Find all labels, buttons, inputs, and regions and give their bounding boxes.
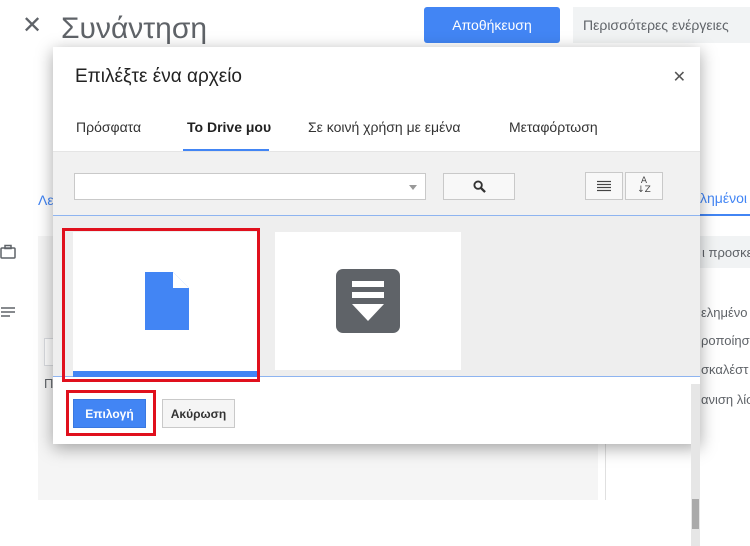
- save-button[interactable]: Αποθήκευση: [424, 7, 560, 43]
- picker-tabs: Πρόσφατα Το Drive μου Σε κοινή χρήση με …: [53, 109, 700, 152]
- tab-shared-with-me[interactable]: Σε κοινή χρήση με εμένα: [308, 119, 460, 135]
- tab-my-drive[interactable]: Το Drive μου: [187, 119, 271, 135]
- grid-scrollbar[interactable]: [691, 384, 700, 546]
- file-card-document[interactable]: [73, 232, 258, 377]
- guest-option[interactable]: ροποίησ: [701, 333, 750, 348]
- selection-bar: [73, 371, 258, 377]
- search-icon: [472, 180, 486, 193]
- notes-icon: [1, 307, 15, 317]
- more-actions-button[interactable]: Περισσότερες ενέργειες: [573, 7, 750, 43]
- file-picker-dialog: Επιλέξτε ένα αρχείο ✕ Πρόσφατα Το Drive …: [53, 47, 700, 546]
- list-view-icon: [597, 180, 611, 192]
- add-guests-input-fragment[interactable]: ι προσκε: [700, 236, 750, 268]
- guests-tab-underline: [700, 214, 750, 216]
- tab-upload[interactable]: Μεταφόρτωση: [509, 119, 598, 135]
- download-file-icon: [336, 269, 400, 333]
- sort-button[interactable]: A ↓Z: [625, 172, 663, 200]
- guests-tab-fragment[interactable]: λημένοι: [700, 190, 747, 206]
- select-button[interactable]: Επιλογή: [73, 399, 146, 428]
- search-button[interactable]: [443, 173, 515, 200]
- scrollbar-thumb[interactable]: [692, 499, 699, 529]
- briefcase-icon: [0, 244, 16, 259]
- event-title[interactable]: Συνάντηση: [61, 12, 207, 46]
- document-file-icon: [145, 272, 189, 330]
- guest-option[interactable]: σκαλέστ: [701, 362, 748, 377]
- search-input[interactable]: [74, 173, 426, 200]
- sort-az-icon: A ↓Z: [637, 176, 651, 195]
- close-icon[interactable]: ✕: [673, 67, 686, 87]
- dialog-title: Επιλέξτε ένα αρχείο: [75, 66, 242, 87]
- cancel-button[interactable]: Ακύρωση: [162, 399, 235, 428]
- chevron-down-icon[interactable]: [409, 185, 417, 190]
- file-grid: [53, 215, 700, 546]
- list-view-button[interactable]: [585, 172, 623, 200]
- file-card-download[interactable]: [275, 232, 461, 370]
- picker-toolbar: A ↓Z: [53, 152, 700, 215]
- close-icon[interactable]: ✕: [22, 14, 42, 38]
- paragraph-fragment: Π: [44, 376, 54, 391]
- tab-recent[interactable]: Πρόσφατα: [76, 119, 141, 135]
- guest-option[interactable]: ελημένο: [701, 305, 748, 320]
- details-tab-fragment[interactable]: Λε: [38, 192, 54, 208]
- guest-option[interactable]: ανιση λίσ: [701, 392, 750, 407]
